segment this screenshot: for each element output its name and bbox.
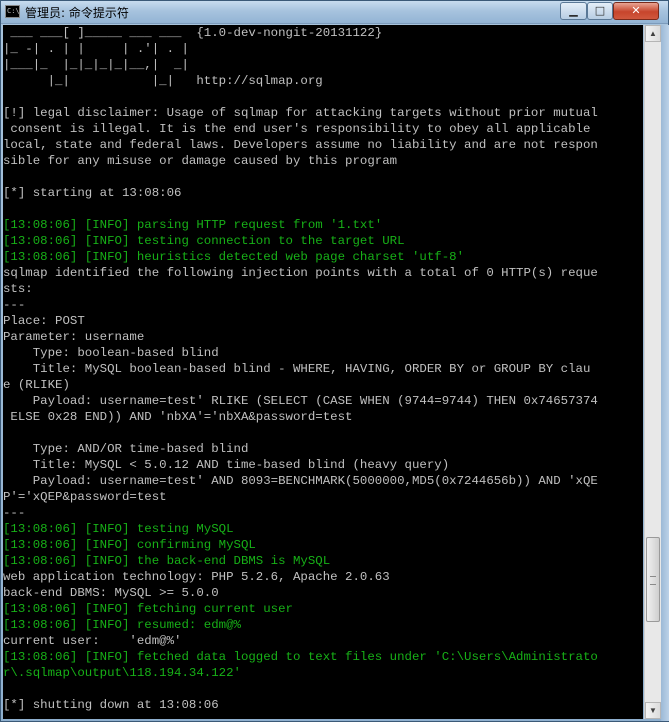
command-prompt-window: C:\ 管理员: 命令提示符 ▁ □ ✕ ___ ___[ ]_____ ___…: [0, 0, 669, 722]
maximize-button[interactable]: □: [587, 2, 613, 20]
window-frame: [661, 25, 669, 721]
console-line: Payload: username=test' AND 8093=BENCHMA…: [3, 474, 598, 488]
console-line: |___|_ |_|_|_|_|__,| _|: [3, 58, 189, 72]
window-title: 管理员: 命令提示符: [25, 6, 129, 20]
console-line: [*] starting at 13:08:06: [3, 186, 182, 200]
console-line: Payload: username=test' RLIKE (SELECT (C…: [3, 394, 598, 408]
console-line: sqlmap identified the following injectio…: [3, 266, 598, 280]
scrollbar-thumb[interactable]: [646, 537, 660, 622]
console-line: r\.sqlmap\output\118.194.34.122': [3, 666, 241, 680]
console-text: ___ ___[ ]_____ ___ ___ {1.0-dev-nongit-…: [3, 25, 643, 713]
console-line: [*] shutting down at 13:08:06: [3, 698, 219, 712]
console-line: current user: 'edm@%': [3, 634, 182, 648]
console-line: sible for any misuse or damage caused by…: [3, 154, 398, 168]
console-line: Parameter: username: [3, 330, 145, 344]
console-line: [13:08:06] [INFO] fetched data logged to…: [3, 650, 598, 664]
console-line: ELSE 0x28 END)) AND 'nbXA'='nbXA&passwor…: [3, 410, 353, 424]
scrollbar-grip-icon: [650, 576, 656, 585]
console-line: [13:08:06] [INFO] fetching current user: [3, 602, 293, 616]
console-line: [13:08:06] [INFO] testing MySQL: [3, 522, 234, 536]
console-line: [!] legal disclaimer: Usage of sqlmap fo…: [3, 106, 598, 120]
console-line: local, state and federal laws. Developer…: [3, 138, 598, 152]
console-line: Title: MySQL boolean-based blind - WHERE…: [3, 362, 591, 376]
cmd-icon[interactable]: C:\: [5, 5, 20, 18]
console-line: ---: [3, 506, 26, 520]
console-line: ___ ___[ ]_____ ___ ___ {1.0-dev-nongit-…: [3, 26, 383, 40]
console-line: [13:08:06] [INFO] confirming MySQL: [3, 538, 256, 552]
console-line: Title: MySQL < 5.0.12 AND time-based bli…: [3, 458, 450, 472]
console-line: consent is illegal. It is the end user's…: [3, 122, 591, 136]
console-line: back-end DBMS: MySQL >= 5.0.0: [3, 586, 219, 600]
close-button[interactable]: ✕: [613, 2, 659, 20]
console-line: [13:08:06] [INFO] testing connection to …: [3, 234, 405, 248]
console-line: web application technology: PHP 5.2.6, A…: [3, 570, 390, 584]
console-line: |_ -| . | | | .'| . |: [3, 42, 189, 56]
minimize-button[interactable]: ▁: [560, 2, 587, 20]
console-line: [13:08:06] [INFO] the back-end DBMS is M…: [3, 554, 331, 568]
console-line: sts:: [3, 282, 33, 296]
console-line: [13:08:06] [INFO] heuristics detected we…: [3, 250, 465, 264]
console-line: [13:08:06] [INFO] resumed: edm@%: [3, 618, 241, 632]
console-line: Place: POST: [3, 314, 85, 328]
console-line: e (RLIKE): [3, 378, 70, 392]
console-line: Type: boolean-based blind: [3, 346, 219, 360]
console-line: Type: AND/OR time-based blind: [3, 442, 249, 456]
console-line: P'='xQEP&password=test: [3, 490, 167, 504]
scroll-down-button[interactable]: ▼: [645, 702, 661, 719]
console-output[interactable]: ___ ___[ ]_____ ___ ___ {1.0-dev-nongit-…: [3, 25, 643, 719]
console-line: |_| |_| http://sqlmap.org: [3, 74, 323, 88]
vertical-scrollbar[interactable]: ▲ ▼: [644, 25, 661, 719]
console-line: ---: [3, 298, 26, 312]
title-bar[interactable]: C:\ 管理员: 命令提示符 ▁ □ ✕: [1, 1, 668, 24]
scroll-up-button[interactable]: ▲: [645, 25, 661, 42]
console-line: [13:08:06] [INFO] parsing HTTP request f…: [3, 218, 383, 232]
